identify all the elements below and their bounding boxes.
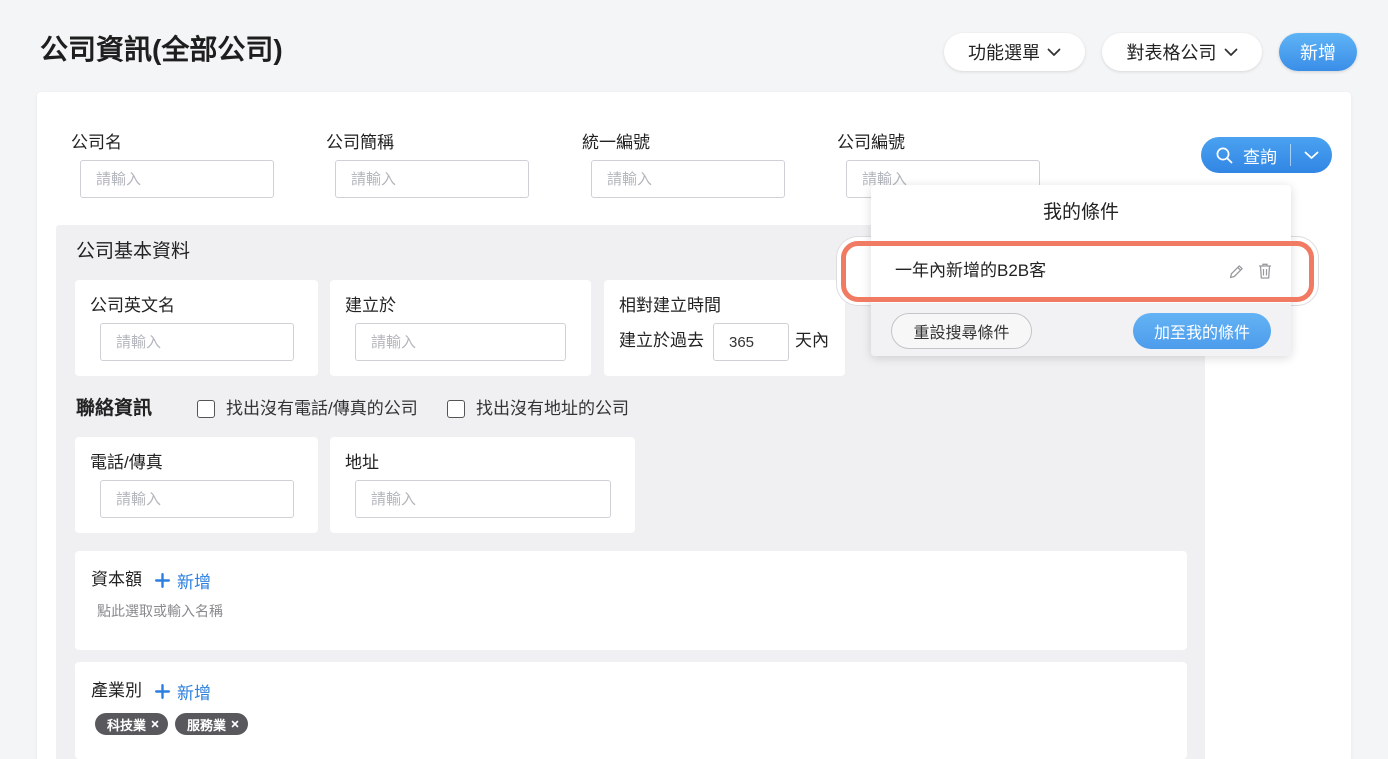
- industry-tag-label: 服務業: [187, 717, 227, 733]
- company-short-name-label: 公司簡稱: [326, 133, 394, 152]
- saved-condition-name: 一年內新增的B2B客: [895, 261, 1047, 280]
- query-button[interactable]: 查詢: [1201, 137, 1290, 173]
- established-card: 建立於: [330, 280, 591, 376]
- capital-select-hint[interactable]: 點此選取或輸入名稱: [97, 602, 223, 620]
- plus-icon: [155, 572, 170, 588]
- contact-info-heading: 聯絡資訊: [76, 398, 153, 419]
- phone-input[interactable]: [100, 480, 294, 518]
- address-label: 地址: [345, 453, 379, 472]
- chevron-down-icon: [1047, 48, 1061, 57]
- address-input[interactable]: [355, 480, 611, 518]
- tax-id-label: 統一編號: [582, 133, 650, 152]
- relative-time-card: 相對建立時間 建立於過去 天內: [604, 280, 845, 376]
- function-menu-button[interactable]: 功能選單: [944, 33, 1085, 71]
- company-name-label: 公司名: [71, 133, 122, 152]
- saved-conditions-title: 我的條件: [1042, 202, 1119, 223]
- english-name-label: 公司英文名: [90, 296, 175, 315]
- search-icon: [1216, 147, 1233, 164]
- relative-time-prefix: 建立於過去: [619, 331, 704, 350]
- company-name-input[interactable]: [80, 160, 274, 198]
- industry-card: 產業別 新增 科技業 服務業: [75, 662, 1187, 759]
- industry-tag: 科技業: [95, 713, 169, 735]
- query-split-button: 查詢: [1201, 137, 1332, 173]
- relative-time-label: 相對建立時間: [619, 296, 721, 315]
- add-industry-button[interactable]: 新增: [155, 679, 211, 704]
- capital-label: 資本額: [91, 570, 142, 589]
- address-card: 地址: [330, 437, 635, 533]
- relative-time-suffix: 天內: [795, 331, 829, 350]
- chevron-down-icon: [1304, 151, 1319, 159]
- tax-id-input[interactable]: [591, 160, 785, 198]
- pencil-icon[interactable]: [1228, 263, 1245, 280]
- capital-card: 資本額 新增 點此選取或輸入名稱: [75, 551, 1187, 650]
- close-icon[interactable]: [151, 720, 159, 728]
- english-name-input[interactable]: [100, 323, 294, 361]
- query-options-toggle[interactable]: [1291, 137, 1332, 173]
- plus-icon: [155, 683, 170, 699]
- add-company-button[interactable]: 新增: [1279, 33, 1357, 71]
- industry-tag-list: 科技業 服務業: [95, 713, 249, 735]
- no-address-checkbox-label[interactable]: 找出沒有地址的公司: [476, 399, 629, 419]
- no-phone-checkbox[interactable]: [197, 400, 215, 418]
- saved-conditions-footer: 重設搜尋條件 加至我的條件: [871, 303, 1291, 356]
- saved-condition-item[interactable]: 一年內新增的B2B客: [871, 243, 1291, 299]
- industry-label: 產業別: [91, 681, 142, 700]
- basic-info-heading: 公司基本資料: [76, 241, 191, 262]
- function-menu-label: 功能選單: [968, 43, 1040, 63]
- industry-tag: 服務業: [175, 713, 249, 735]
- save-to-my-conditions-button[interactable]: 加至我的條件: [1133, 313, 1271, 349]
- no-address-checkbox[interactable]: [447, 400, 465, 418]
- reset-conditions-button[interactable]: 重設搜尋條件: [891, 313, 1032, 349]
- phone-label: 電話/傳真: [90, 453, 163, 472]
- chevron-down-icon: [1224, 48, 1238, 57]
- query-label: 查詢: [1243, 147, 1277, 167]
- phone-card: 電話/傳真: [75, 437, 318, 533]
- compare-table-button[interactable]: 對表格公司: [1102, 33, 1262, 71]
- add-industry-label: 新增: [177, 683, 211, 703]
- compare-table-label: 對表格公司: [1126, 43, 1217, 63]
- company-number-label: 公司編號: [837, 133, 905, 152]
- add-capital-label: 新增: [177, 572, 211, 592]
- no-phone-checkbox-label[interactable]: 找出沒有電話/傳真的公司: [226, 399, 418, 419]
- industry-tag-label: 科技業: [107, 717, 147, 733]
- page-title: 公司資訊(全部公司): [40, 34, 283, 65]
- trash-icon[interactable]: [1257, 262, 1273, 280]
- relative-days-input[interactable]: [713, 323, 789, 361]
- company-short-name-input[interactable]: [335, 160, 529, 198]
- established-input[interactable]: [355, 323, 566, 361]
- add-capital-button[interactable]: 新增: [155, 568, 211, 593]
- english-name-card: 公司英文名: [75, 280, 318, 376]
- established-label: 建立於: [345, 296, 396, 315]
- saved-conditions-dropdown: 我的條件 一年內新增的B2B客 重設搜尋條件 加至我的條件: [871, 185, 1291, 356]
- close-icon[interactable]: [231, 720, 239, 728]
